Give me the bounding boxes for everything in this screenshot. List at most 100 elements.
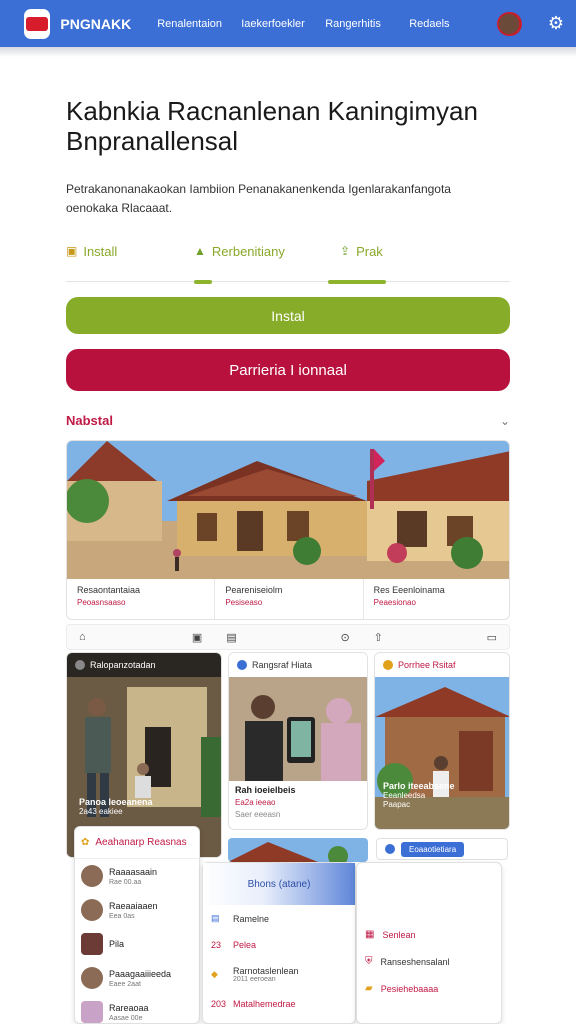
people-photo [229, 677, 367, 781]
panel-spacer [357, 863, 501, 921]
caption-title: Resaontantaiaa [77, 585, 141, 595]
caption-title: Res Eeenloinama [373, 585, 445, 595]
card-toolbar: ⌂ ▣ ▤ ⊙ ⇧ ▭ [66, 624, 510, 650]
media-card-2[interactable]: Rangsraf Hiata Rah ioeielbeis Ea2a ieeao… [228, 652, 368, 830]
strip-image[interactable] [228, 838, 368, 862]
contacts-panel: ✿ Aeahanarp Reasnas Raaaasaain Rae 00.aa … [74, 826, 200, 1024]
media-card-3[interactable]: Porrhee Rsitaf Parlo iteeabsene Eeanleed… [374, 652, 510, 830]
caption-sub: Pesiseaso [225, 598, 263, 607]
contact-item[interactable]: Raeaaiaaen Eea 0as [75, 893, 199, 927]
card-head-label: Ralopanzotadan [90, 660, 156, 670]
card-head-label: Porrhee Rsitaf [398, 660, 456, 670]
caption-sub: Peoasnsaaso [77, 598, 126, 607]
tab-install[interactable]: ▣ Install [66, 238, 202, 282]
menu-label: Matalhemedrae [233, 999, 296, 1009]
flower-icon: ✿ [81, 837, 90, 848]
tab-active-indicator [328, 280, 386, 284]
toolbar-cell-3: ⇧ ▭ [362, 625, 509, 649]
tab-label: Install [83, 244, 118, 259]
roof-thumbnail [228, 838, 368, 862]
image-icon[interactable]: ▣ [192, 631, 202, 644]
document-icon[interactable]: ▤ [226, 631, 236, 644]
section-header[interactable]: Nabstal ⌄ [66, 413, 510, 428]
top-navigation-bar: PNGNAKK Renalentaion Iaekerfoekler Range… [0, 0, 576, 47]
user-avatar[interactable] [497, 11, 522, 36]
caption-sub: Peaesionao [373, 598, 416, 607]
options-panel: ▦ Senlean ⛨ Ranseshensalanl ▰ Pesiehebaa… [356, 862, 502, 1024]
chevron-down-icon[interactable]: ⌄ [500, 414, 510, 428]
card-meta: Parlo iteeabsene Eeanleedsa Paapac [383, 781, 455, 809]
panel-header: ✿ Aeahanarp Reasnas [75, 827, 199, 859]
nav-link-3[interactable]: Rangerhitis [325, 18, 409, 30]
menu-item[interactable]: 203 Matalhemedrae [203, 991, 355, 1017]
tab-rerbenitiany[interactable]: ▲ Rerbenitiany [194, 238, 330, 284]
hero-captions: Resaontantaiaa Peoasnsaaso Peareniseiolm… [67, 579, 509, 619]
tab-bar: ▣ Install ▲ Rerbenitiany ⇪ Prak [66, 238, 510, 284]
village-house-image [67, 441, 509, 579]
option-label: Senlean [382, 929, 416, 940]
menu-sub: 2011 eeroean [233, 976, 276, 983]
hero-caption-1[interactable]: Resaontantaiaa Peoasnsaaso [67, 579, 216, 619]
search-icon[interactable]: ⊙ [340, 631, 349, 644]
grid-icon: ▤ [211, 913, 220, 923]
check-icon [75, 660, 85, 670]
shield-icon: ◆ [211, 969, 218, 979]
menu-item[interactable]: ◆ Rarnotaslenlean 2011 eeroean [203, 958, 355, 991]
secondary-button[interactable]: Parrieria I ionnaal [66, 349, 510, 391]
grid-icon: ▦ [365, 929, 375, 940]
card-meta: Rah ioeielbeis Ea2a ieeao Saer eeeasn [235, 785, 363, 819]
contact-item[interactable]: Paaagaaiiieeda Eaee 2aat [75, 961, 199, 995]
page-title: Kabnkia Racnanlenan Kaningimyan Bnpranal… [66, 96, 478, 156]
brand-name[interactable]: PNGNAKK [60, 16, 131, 32]
upload-icon[interactable]: ⇧ [374, 631, 383, 644]
strip-button[interactable]: Eoaaotietiara [401, 841, 465, 857]
nav-link-1[interactable]: Renalentaion [157, 18, 241, 30]
contact-name: Raeaaiaaen [109, 900, 158, 911]
menu-number: 203 [211, 999, 227, 1009]
menu-item[interactable]: ▤ Ramelne [203, 905, 355, 932]
folder-icon[interactable]: ▭ [487, 631, 497, 644]
install-button[interactable]: Instal [66, 297, 510, 334]
contact-name: Raaaasaain [109, 866, 158, 877]
contact-item[interactable]: Raaaasaain Rae 00.aa [75, 859, 199, 893]
logo-mark [26, 16, 49, 31]
hero-caption-2[interactable]: Peareniseiolm Pesiseaso [215, 579, 364, 619]
toolbar-cell-1: ⌂ ▣ [67, 625, 214, 649]
nav-link-4[interactable]: Redaels [409, 18, 493, 30]
card-head-label: Rangsraf Hiata [252, 660, 313, 670]
card-subtitle: 2a43 eakiee [79, 807, 123, 816]
option-item[interactable]: ▦ Senlean [357, 921, 501, 948]
tab-prak[interactable]: ⇪ Prak [328, 238, 476, 284]
card-subtitle: Eeanleedsa [383, 791, 426, 800]
hero-card[interactable]: Resaontantaiaa Peoasnsaaso Peareniseiolm… [66, 440, 510, 620]
option-item[interactable]: ▰ Pesiehebaaaa [357, 975, 501, 1002]
card-title: Panoa leoeanena [79, 797, 153, 807]
contact-item[interactable]: Rareaoaa Aasae 00e [75, 995, 199, 1024]
tab-indicator [194, 280, 212, 284]
option-label: Ranseshensalanl [380, 956, 450, 967]
contact-item[interactable]: Pila [75, 927, 199, 961]
nav-shadow [0, 47, 576, 57]
caption-title: Peareniseiolm [225, 585, 283, 595]
gear-icon[interactable]: ⚙ [548, 13, 564, 34]
contact-name: Paaagaaiiieeda [109, 968, 172, 979]
card-header: Porrhee Rsitaf [375, 653, 509, 677]
toolbar-cell-2: ▤ ⊙ [214, 625, 361, 649]
home-icon[interactable]: ⌂ [79, 631, 86, 643]
app-logo[interactable] [24, 8, 51, 39]
card-subtitle-2: Paapac [383, 800, 411, 809]
folder-icon: ▰ [365, 983, 373, 994]
menu-panel: Bhons (atane) ▤ Ramelne 23 Pelea ◆ Rarno… [202, 862, 356, 1024]
avatar [81, 967, 103, 989]
panel-header: Bhons (atane) [203, 863, 355, 905]
contact-name: Rareaoaa [109, 1002, 149, 1013]
hero-caption-3[interactable]: Res Eeenloinama Peaesionao [364, 579, 509, 619]
option-item[interactable]: ⛨ Ranseshensalanl [357, 948, 501, 975]
nav-link-2[interactable]: Iaekerfoekler [241, 18, 325, 30]
menu-item[interactable]: 23 Pelea [203, 932, 355, 958]
nav-links: Renalentaion Iaekerfoekler Rangerhitis R… [157, 18, 493, 30]
info-icon [385, 844, 395, 854]
menu-label: Ramelne [233, 913, 270, 924]
share-icon: ⇪ [340, 244, 351, 258]
menu-number: 23 [211, 940, 222, 950]
